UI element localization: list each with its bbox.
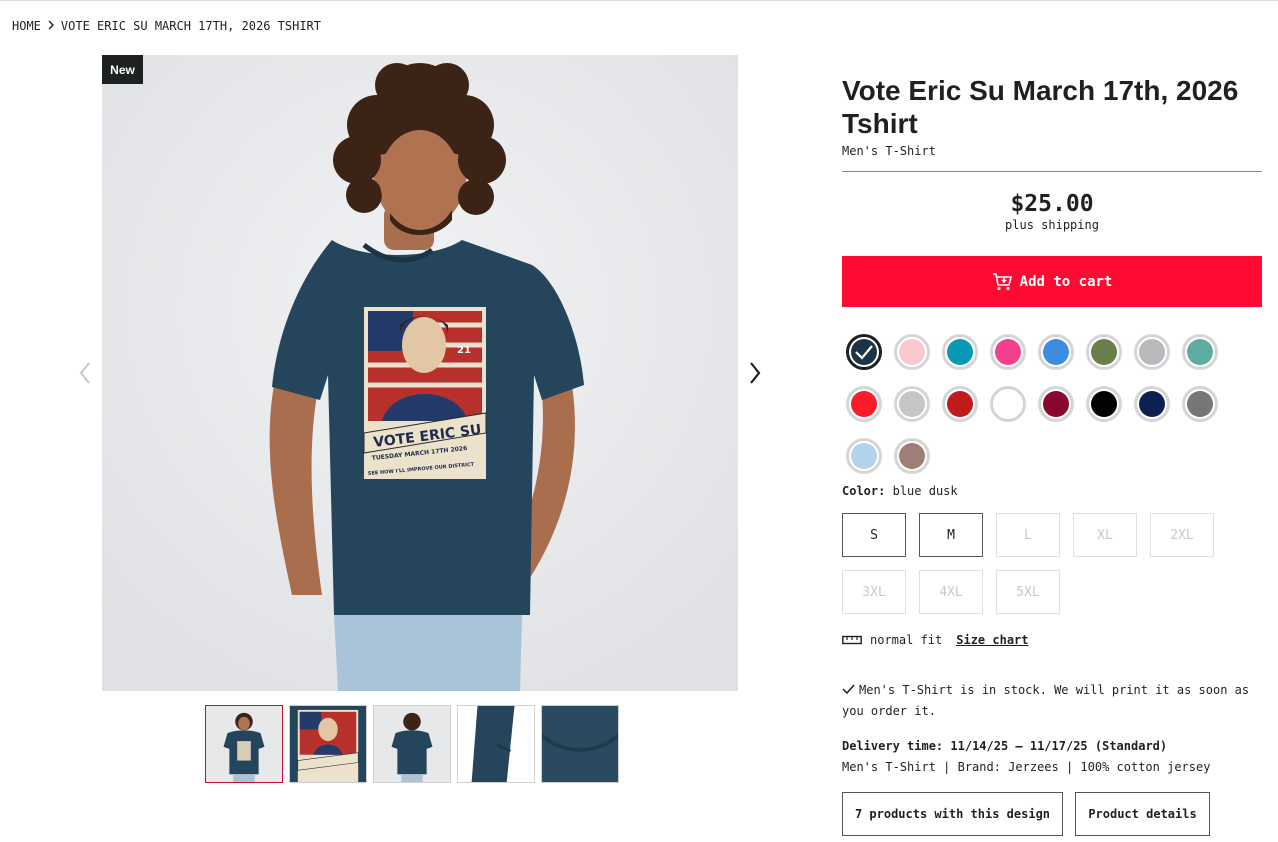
product-photo: 21 VOTE ERIC SU TUESDAY MARCH 17TH 2026 …: [102, 55, 738, 691]
color-swatch-fill: [851, 391, 877, 417]
color-label: Color: blue dusk: [842, 484, 958, 498]
color-swatch-fill: [899, 339, 925, 365]
color-swatch[interactable]: [1182, 334, 1218, 370]
breadcrumb-home[interactable]: HOME: [12, 19, 41, 33]
color-label-key: Color:: [842, 484, 886, 498]
size-option[interactable]: XL: [1073, 513, 1137, 557]
chevron-right-icon: [750, 362, 761, 384]
color-swatch-fill: [851, 443, 877, 469]
color-swatch-fill: [1187, 339, 1213, 365]
color-swatch[interactable]: [1134, 386, 1170, 422]
size-option[interactable]: L: [996, 513, 1060, 557]
color-swatch[interactable]: [1038, 386, 1074, 422]
color-swatch-fill: [1043, 391, 1069, 417]
product-details-button[interactable]: Product details: [1075, 792, 1210, 836]
thumbnail-design[interactable]: [289, 705, 367, 783]
color-swatch[interactable]: [846, 438, 882, 474]
color-swatch-fill: [1139, 339, 1165, 365]
color-swatch[interactable]: [1134, 334, 1170, 370]
shipping-note: plus shipping: [1005, 218, 1099, 232]
add-to-cart-button[interactable]: Add to cart: [842, 256, 1262, 307]
size-option[interactable]: 3XL: [842, 570, 906, 614]
color-swatch[interactable]: [1086, 386, 1122, 422]
thumbnail-back-model[interactable]: [373, 705, 451, 783]
color-swatch-fill: [995, 339, 1021, 365]
size-option[interactable]: 2XL: [1150, 513, 1214, 557]
stock-info: Men's T-Shirt is in stock. We will print…: [842, 680, 1262, 722]
product-subtitle: Men's T-Shirt: [842, 144, 936, 158]
color-swatch-fill: [1043, 339, 1069, 365]
color-swatch-fill: [1187, 391, 1213, 417]
delivery-label: Delivery time:: [842, 739, 944, 753]
color-swatch-fill: [899, 391, 925, 417]
size-option[interactable]: 5XL: [996, 570, 1060, 614]
next-image-button[interactable]: [744, 358, 766, 388]
color-swatch[interactable]: [942, 386, 978, 422]
delivery-value: 11/14/25 – 11/17/25 (Standard): [950, 739, 1168, 753]
add-to-cart-label: Add to cart: [1019, 273, 1113, 290]
product-details-line: Men's T-Shirt | Brand: Jerzees | 100% co…: [842, 760, 1211, 774]
top-border: [0, 0, 1278, 1]
checkmark-icon: [849, 337, 879, 367]
color-swatch-fill: [1091, 339, 1117, 365]
color-swatch-fill: [947, 339, 973, 365]
color-swatch[interactable]: [1086, 334, 1122, 370]
size-option[interactable]: 4XL: [919, 570, 983, 614]
color-swatch[interactable]: [894, 438, 930, 474]
thumbnail-strip: [205, 705, 619, 783]
thumbnail-front-model[interactable]: [205, 705, 283, 783]
color-swatch[interactable]: [1182, 386, 1218, 422]
color-swatch[interactable]: [846, 334, 882, 370]
chevron-left-icon: [79, 362, 90, 384]
product-title: Vote Eric Su March 17th, 2026 Tshirt: [842, 75, 1239, 139]
ruler-icon: [842, 635, 862, 645]
breadcrumb: HOME VOTE ERIC SU MARCH 17TH, 2026 TSHIR…: [12, 19, 321, 33]
svg-text:21: 21: [457, 345, 471, 356]
color-swatch[interactable]: [990, 386, 1026, 422]
stock-text: Men's T-Shirt is in stock. We will print…: [842, 683, 1250, 718]
color-swatch[interactable]: [894, 334, 930, 370]
fit-info: normal fit Size chart: [842, 633, 1029, 647]
thumbnail-sleeve-detail[interactable]: [457, 705, 535, 783]
size-option[interactable]: M: [919, 513, 983, 557]
divider: [842, 171, 1262, 172]
color-swatch[interactable]: [1038, 334, 1074, 370]
thumbnail-collar-detail[interactable]: [541, 705, 619, 783]
size-option[interactable]: S: [842, 513, 906, 557]
size-chart-link[interactable]: Size chart: [956, 633, 1028, 647]
delivery-time: Delivery time: 11/14/25 – 11/17/25 (Stan…: [842, 739, 1167, 753]
color-swatch[interactable]: [846, 386, 882, 422]
previous-image-button[interactable]: [74, 358, 96, 388]
fit-label: normal fit: [870, 633, 943, 647]
new-badge: New: [102, 55, 143, 84]
color-swatch[interactable]: [990, 334, 1026, 370]
cart-icon: [992, 272, 1012, 290]
chevron-right-icon: [47, 19, 55, 33]
products-with-design-button[interactable]: 7 products with this design: [842, 792, 1063, 836]
color-swatch-fill: [1139, 391, 1165, 417]
color-swatch[interactable]: [894, 386, 930, 422]
color-swatch-fill: [947, 391, 973, 417]
color-swatch[interactable]: [942, 334, 978, 370]
product-price: $25.00: [1010, 191, 1094, 217]
breadcrumb-current: VOTE ERIC SU MARCH 17TH, 2026 TSHIRT: [60, 19, 321, 33]
selected-color-name: blue dusk: [892, 484, 958, 498]
product-main-image[interactable]: 21 VOTE ERIC SU TUESDAY MARCH 17TH 2026 …: [102, 55, 738, 691]
color-swatch-fill: [1091, 391, 1117, 417]
checkmark-icon: [842, 684, 855, 695]
color-swatch-fill: [995, 391, 1021, 417]
color-swatch-fill: [899, 443, 925, 469]
